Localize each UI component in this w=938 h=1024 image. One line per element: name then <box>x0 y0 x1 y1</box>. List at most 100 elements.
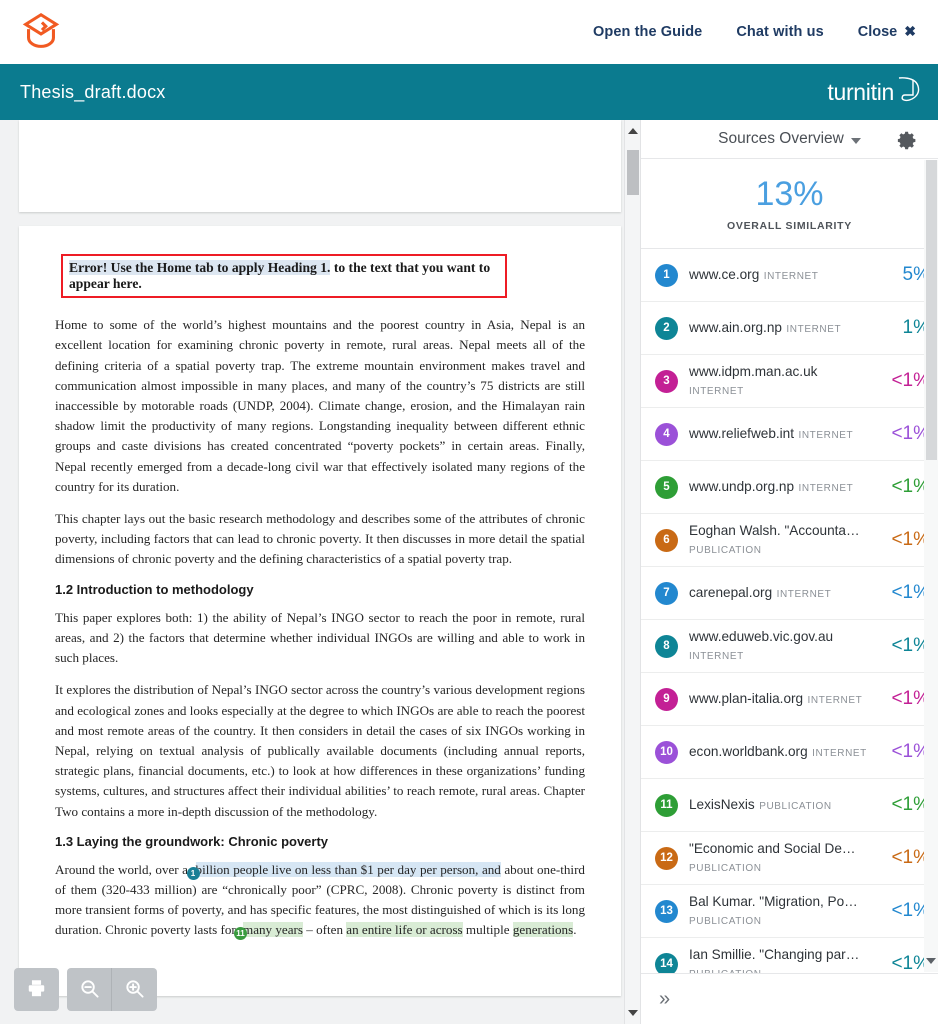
document-page-previous <box>19 120 621 212</box>
list-item[interactable]: 6 Eoghan Walsh. "Accounta… PUBLICATION <… <box>641 514 938 568</box>
similarity-highlight-green[interactable]: many years <box>243 922 304 938</box>
turnitin-wordmark-text: turnitin <box>827 78 894 105</box>
similarity-highlight-blue[interactable]: billion people live on less than $1 per … <box>195 861 417 877</box>
open-the-guide-link[interactable]: Open the Guide <box>593 24 702 40</box>
document-viewer: Error! Use the Home tab to apply Heading… <box>0 120 640 1024</box>
turnitin-mark-icon <box>896 74 922 110</box>
chat-with-us-link[interactable]: Chat with us <box>736 24 823 40</box>
sources-list[interactable]: 1 www.ce.org INTERNET 5% 2 www.ain.org.n… <box>641 249 938 974</box>
list-item[interactable]: 5 www.undp.org.np INTERNET <1% <box>641 461 938 515</box>
source-name: www.idpm.man.ac.uk <box>689 364 818 380</box>
gear-icon[interactable] <box>897 130 918 156</box>
source-name: www.plan-italia.org <box>689 691 804 707</box>
sources-overview-dropdown[interactable]: Sources Overview <box>718 130 861 148</box>
source-info: Bal Kumar. "Migration, Po… PUBLICATION <box>689 893 872 929</box>
source-type: PUBLICATION <box>689 863 762 875</box>
list-item[interactable]: 12 "Economic and Social De… PUBLICATION … <box>641 832 938 886</box>
expand-panel-button[interactable]: » <box>659 988 670 1011</box>
similarity-highlight-green[interactable]: an entire life or across <box>346 922 463 938</box>
source-type: INTERNET <box>689 386 744 398</box>
list-item[interactable]: 7 carenepal.org INTERNET <1% <box>641 567 938 621</box>
source-type: INTERNET <box>689 651 744 663</box>
viewer-toolbar <box>14 968 157 1011</box>
close-label: Close <box>857 23 898 40</box>
paragraph-2: This chapter lays out the basic research… <box>55 511 585 567</box>
similarity-marker-1[interactable]: 1 <box>186 866 200 880</box>
list-item[interactable]: 10 econ.worldbank.org INTERNET <1% <box>641 726 938 780</box>
source-type: INTERNET <box>812 748 867 760</box>
document-scrollbar[interactable] <box>624 120 640 1024</box>
source-badge: 3 <box>655 369 678 393</box>
list-item[interactable]: 14 Ian Smillie. "Changing par… PUBLICATI… <box>641 938 938 974</box>
source-name: econ.worldbank.org <box>689 744 808 760</box>
source-badge: 10 <box>655 740 678 764</box>
source-info: LexisNexis PUBLICATION <box>689 796 872 814</box>
print-button[interactable] <box>14 968 59 1011</box>
source-badge: 4 <box>655 422 678 446</box>
document-filename: Thesis_draft.docx <box>20 81 166 102</box>
similarity-highlight-green[interactable]: generations <box>512 922 574 938</box>
source-info: www.plan-italia.org INTERNET <box>689 690 872 708</box>
graduation-cap-icon <box>18 9 64 55</box>
list-item[interactable]: 9 www.plan-italia.org INTERNET <1% <box>641 673 938 727</box>
list-item[interactable]: 13 Bal Kumar. "Migration, Po… PUBLICATIO… <box>641 885 938 939</box>
similarity-marker-11[interactable]: 11 <box>234 927 248 941</box>
source-type: PUBLICATION <box>689 916 762 928</box>
source-badge: 1 <box>655 263 678 287</box>
heading-error-notice: Error! Use the Home tab to apply Heading… <box>61 254 507 299</box>
source-type: PUBLICATION <box>689 969 762 973</box>
source-type: INTERNET <box>798 483 854 495</box>
source-badge: 13 <box>655 899 678 923</box>
paragraph-1: Home to some of the world’s highest moun… <box>55 317 585 494</box>
text-segment: per person, <box>416 861 482 877</box>
source-badge: 14 <box>655 952 678 974</box>
source-percent: <1% <box>891 423 930 445</box>
source-type: INTERNET <box>798 430 854 442</box>
source-badge: 5 <box>655 475 678 499</box>
zoom-in-button[interactable] <box>112 968 157 1011</box>
source-info: www.reliefweb.int INTERNET <box>689 425 872 443</box>
list-item[interactable]: 4 www.reliefweb.int INTERNET <1% <box>641 408 938 462</box>
source-name: Ian Smillie. "Changing par… <box>689 947 860 963</box>
source-percent: <1% <box>891 847 930 869</box>
list-item[interactable]: 1 www.ce.org INTERNET 5% <box>641 249 938 303</box>
list-item[interactable]: 2 www.ain.org.np INTERNET 1% <box>641 302 938 356</box>
print-icon <box>26 978 47 1001</box>
chevron-down-icon <box>850 137 861 144</box>
source-badge: 12 <box>655 846 678 870</box>
source-info: www.undp.org.np INTERNET <box>689 478 872 496</box>
close-button[interactable]: Close ✖ <box>858 23 916 40</box>
source-name: carenepal.org <box>689 585 773 601</box>
source-name: www.reliefweb.int <box>689 426 795 442</box>
text-segment: multiple <box>462 922 513 938</box>
zoom-out-button[interactable] <box>67 968 112 1011</box>
turnitin-logo: turnitin <box>827 74 922 110</box>
source-type: INTERNET <box>763 271 819 283</box>
zoom-button-group <box>67 968 157 1011</box>
sources-scroll-down-icon[interactable] <box>926 958 936 964</box>
list-item[interactable]: 8 www.eduweb.vic.gov.au INTERNET <1% <box>641 620 938 674</box>
source-badge: 6 <box>655 528 678 552</box>
scroll-up-arrow-icon[interactable] <box>628 128 638 134</box>
zoom-out-icon <box>79 978 100 1002</box>
scroll-down-arrow-icon[interactable] <box>628 1010 638 1016</box>
source-badge: 11 <box>655 793 678 817</box>
source-badge: 2 <box>655 316 678 340</box>
text-segment: . <box>573 922 577 938</box>
zoom-in-icon <box>124 978 145 1002</box>
source-percent: <1% <box>891 476 930 498</box>
similarity-highlight-blue[interactable]: and <box>481 861 501 877</box>
source-name: Eoghan Walsh. "Accounta… <box>689 523 860 539</box>
source-percent: 1% <box>902 317 930 339</box>
list-item[interactable]: 3 www.idpm.man.ac.uk INTERNET <1% <box>641 355 938 409</box>
source-name: "Economic and Social De… <box>689 841 856 857</box>
section-heading-1-3: 1.3 Laying the groundwork: Chronic pover… <box>55 833 329 849</box>
sources-scrollbar[interactable] <box>924 160 938 972</box>
sources-scrollbar-thumb[interactable] <box>926 160 937 460</box>
list-item[interactable]: 11 LexisNexis PUBLICATION <1% <box>641 779 938 833</box>
overall-similarity-caption: OVERALL SIMILARITY <box>727 220 852 233</box>
scrollbar-thumb[interactable] <box>627 150 639 195</box>
source-percent: <1% <box>891 582 930 604</box>
source-info: Ian Smillie. "Changing par… PUBLICATION <box>689 946 872 973</box>
source-percent: <1% <box>891 741 930 763</box>
